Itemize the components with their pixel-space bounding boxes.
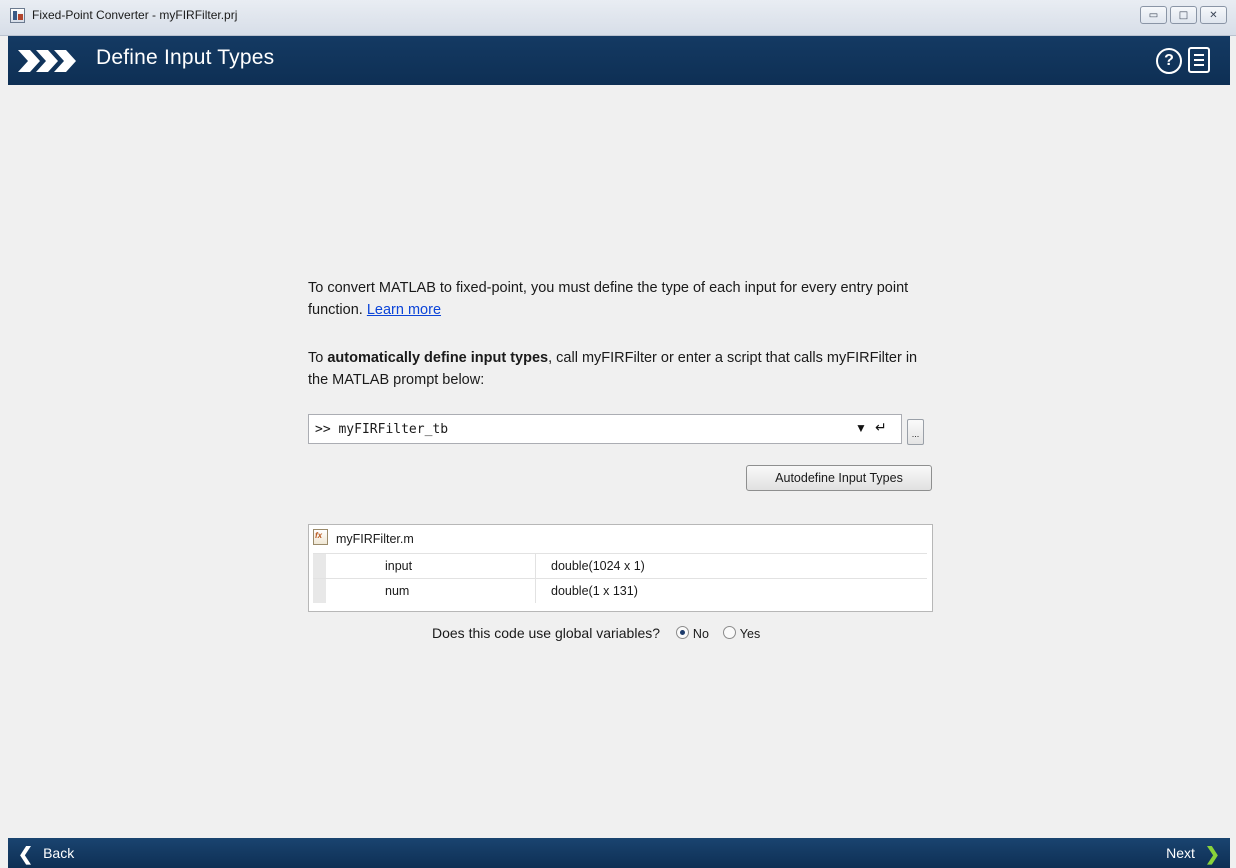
step-header: Define Input Types ? bbox=[8, 36, 1230, 85]
menu-icon[interactable] bbox=[1188, 47, 1210, 73]
page-title: Define Input Types bbox=[96, 46, 275, 69]
global-variables-question: Does this code use global variables? No … bbox=[432, 625, 770, 641]
back-button[interactable]: ❮ Back bbox=[18, 844, 74, 865]
workflow-chevrons-icon bbox=[18, 50, 76, 72]
enter-icon[interactable]: ↵ bbox=[875, 419, 887, 436]
learn-more-link[interactable]: Learn more bbox=[367, 302, 441, 318]
radio-no-label[interactable]: No bbox=[693, 627, 709, 641]
chevron-right-icon: ❯ bbox=[1204, 844, 1220, 864]
chevron-left-icon: ❮ bbox=[18, 844, 34, 864]
minimize-icon: ▭ bbox=[1148, 9, 1159, 21]
input-type[interactable]: double(1 x 131) bbox=[551, 584, 638, 598]
column-divider bbox=[535, 579, 536, 603]
intro-paragraph: To convert MATLAB to fixed-point, you mu… bbox=[308, 277, 928, 321]
app-icon bbox=[10, 8, 25, 23]
row-gutter bbox=[313, 554, 326, 578]
autodefine-instructions: To automatically define input types, cal… bbox=[308, 347, 928, 391]
back-label: Back bbox=[43, 845, 75, 861]
close-icon: ✕ bbox=[1209, 9, 1218, 21]
next-label: Next bbox=[1166, 845, 1195, 861]
next-button[interactable]: Next ❯ bbox=[1166, 844, 1220, 865]
globals-question-text: Does this code use global variables? bbox=[432, 625, 661, 641]
matlab-function-file-icon: fx bbox=[313, 529, 328, 545]
input-name: input bbox=[385, 559, 413, 573]
help-icon[interactable]: ? bbox=[1156, 48, 1182, 74]
column-divider bbox=[535, 554, 536, 578]
autodefine-input-types-button[interactable]: Autodefine Input Types bbox=[746, 465, 932, 491]
instructions-prefix: To bbox=[308, 350, 328, 366]
title-bar: Fixed-Point Converter - myFIRFilter.prj … bbox=[0, 0, 1236, 36]
radio-yes-label[interactable]: Yes bbox=[740, 627, 760, 641]
command-text: >> myFIRFilter_tb bbox=[315, 422, 449, 437]
navigation-footer: ❮ Back Next ❯ bbox=[8, 838, 1230, 868]
minimize-button[interactable]: ▭ bbox=[1140, 6, 1167, 24]
input-type[interactable]: double(1024 x 1) bbox=[551, 559, 645, 573]
row-gutter bbox=[313, 579, 326, 603]
dropdown-arrow-icon[interactable]: ▼ bbox=[855, 421, 867, 435]
function-inputs-table: fx myFIRFilter.m input double(1024 x 1) … bbox=[308, 524, 933, 612]
table-row[interactable]: input double(1024 x 1) bbox=[313, 553, 927, 578]
radio-yes[interactable] bbox=[722, 626, 736, 639]
window-title: Fixed-Point Converter - myFIRFilter.prj bbox=[32, 8, 238, 22]
maximize-icon: □ bbox=[1178, 9, 1189, 21]
close-button[interactable]: ✕ bbox=[1200, 6, 1227, 24]
table-row[interactable]: num double(1 x 131) bbox=[313, 578, 927, 603]
browse-button[interactable]: ... bbox=[907, 419, 924, 445]
function-file-name: myFIRFilter.m bbox=[336, 532, 414, 546]
instructions-bold: automatically define input types bbox=[327, 350, 549, 366]
command-input[interactable]: >> myFIRFilter_tb ▼ ↵ bbox=[308, 414, 902, 444]
radio-no[interactable] bbox=[675, 626, 689, 639]
maximize-button[interactable]: □ bbox=[1170, 6, 1197, 24]
input-name: num bbox=[385, 584, 410, 598]
